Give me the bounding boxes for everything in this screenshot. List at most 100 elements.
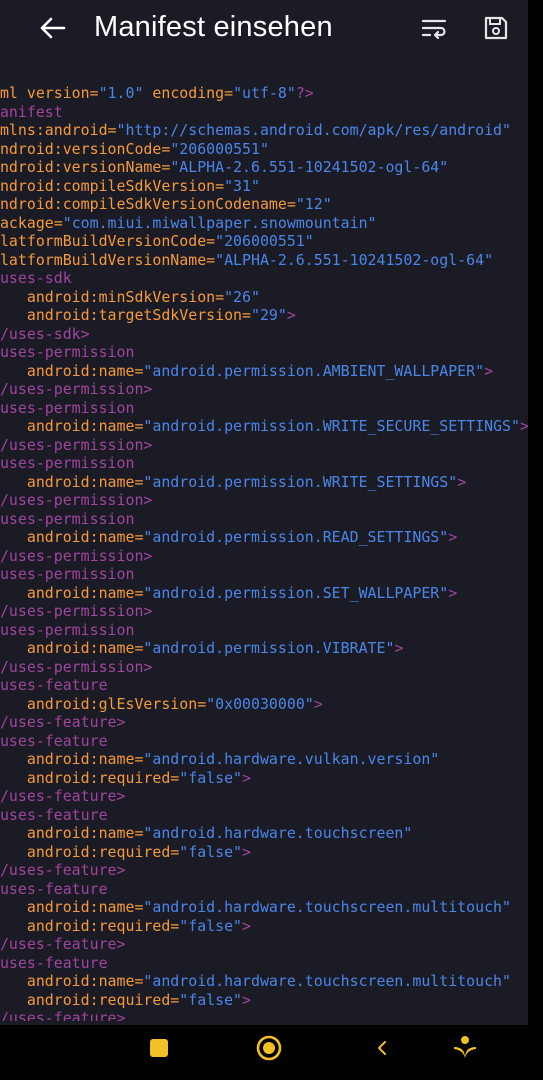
code-token-attr: android:required= [0,916,180,935]
code-line: <uses-permission [0,454,528,473]
code-token-attr: package= [0,213,63,232]
wrap-text-icon [421,19,447,40]
code-token-tag: <uses-permission [0,620,135,639]
code-token-tag: > [448,583,458,602]
code-line: android:versionCode="206000551" [0,140,528,159]
assistant-button[interactable] [452,1034,478,1060]
home-button[interactable] [256,1035,282,1061]
code-token-val: "android.permission.VIBRATE" [143,639,395,657]
code-line: android:compileSdkVersionCodename="12" [0,195,528,214]
code-token-val: "ALPHA-2.6.551-10241502-ogl-64" [215,250,494,269]
code-line: <uses-permission [0,621,528,640]
code-line: <uses-permission [0,510,528,529]
code-token-val: "false" [179,842,243,861]
code-token-tag: <uses-permission [0,343,135,361]
code-token-attr: android:name= [0,898,144,916]
code-token-attr: android:name= [0,583,144,602]
code-token-val: "false" [179,916,243,935]
code-text: xml version="1.0" encoding="utf-8"?>mani… [0,84,528,1021]
code-token-tag: ?> [295,84,314,102]
code-line: </uses-permission> [0,602,528,621]
code-token-attr: android:targetSdkVersion= [0,306,251,324]
code-line: android:minSdkVersion="26" [0,288,528,307]
code-line: </uses-feature> [0,1009,528,1021]
code-line: <uses-permission [0,565,528,584]
code-token-attr: android:name= [0,972,144,990]
code-token-val: "0x00030000" [206,694,314,713]
code-token-tag: > [484,361,494,380]
code-line: android:name="android.hardware.vulkan.ve… [0,750,528,769]
code-line: </uses-permission> [0,547,528,566]
save-button[interactable] [476,8,516,48]
code-token-val: "false" [179,768,243,787]
code-token-tag: > [313,694,323,713]
code-line: android:versionName="ALPHA-2.6.551-10241… [0,158,528,177]
code-token-val: "android.permission.WRITE_SECURE_SETTING… [143,417,520,435]
code-token-val: "android.permission.AMBIENT_WALLPAPER" [143,361,485,380]
code-token-tag: </uses-feature> [0,935,126,953]
screen-edge [528,0,543,1025]
code-line: android:targetSdkVersion="29"> [0,306,528,325]
code-token-tag: <uses-permission [0,454,135,472]
code-line: <uses-feature [0,732,528,751]
code-token-tag: <uses-feature [0,879,108,898]
code-line: platformBuildVersionCode="206000551" [0,232,528,251]
page-title: Manifest einsehen [94,11,333,43]
code-token-val: "android.hardware.touchscreen" [143,824,413,842]
code-line: </uses-permission> [0,436,528,455]
manifest-code-view[interactable]: xml version="1.0" encoding="utf-8"?>mani… [0,84,528,1021]
code-token-tag: </uses-sdk> [0,324,90,343]
code-token-tag: > [448,528,458,546]
code-token-tag: </uses-feature> [0,713,126,731]
code-line: </uses-feature> [0,713,528,732]
code-token-val: "android.permission.SET_WALLPAPER" [143,583,449,602]
code-token-attr: android:versionCode= [0,139,171,158]
code-line: android:name="android.permission.READ_SE… [0,528,528,547]
code-token-tag: </uses-permission> [0,602,153,620]
top-toolbar: Manifest einsehen [0,0,528,56]
code-token-attr: android:compileSdkVersionCodename= [0,195,296,213]
code-token-tag: <uses-sdk [0,269,72,287]
code-line: platformBuildVersionName="ALPHA-2.6.551-… [0,251,528,270]
code-token-val: "utf-8" [233,84,296,102]
back-nav-button[interactable] [374,1037,390,1059]
code-token-attr: android:compileSdkVersion= [0,176,225,195]
code-token-val: "http://schemas.android.com/apk/res/andr… [116,121,511,139]
back-button[interactable] [28,8,76,48]
code-token-val: "12" [295,195,332,213]
code-token-val: "ALPHA-2.6.551-10241502-ogl-64" [170,158,449,176]
code-token-tag: <uses-feature [0,731,108,750]
code-line: <uses-permission [0,399,528,418]
code-line: </uses-permission> [0,491,528,510]
code-token-tag: </uses-feature> [0,861,126,879]
code-line: <uses-permission [0,343,528,362]
app-window: Manifest einsehen xml version="1.0" enco… [0,0,528,1025]
code-line: android:required="false"> [0,917,528,936]
code-line: <uses-sdk [0,269,528,288]
wrap-text-button[interactable] [414,8,454,48]
code-token-tag: > [242,768,251,787]
code-token-tag: <uses-feature [0,953,108,972]
code-token-val: "android.hardware.touchscreen.multitouch… [143,972,511,990]
code-token-tag: </uses-feature> [0,787,126,805]
code-token-attr: android:name= [0,750,144,768]
code-token-val: "1.0" [98,84,144,102]
code-line: <uses-feature [0,954,528,973]
code-line: android:name="android.permission.WRITE_S… [0,417,528,436]
code-token-attr: android:name= [0,528,144,546]
code-token-val: "android.permission.READ_SETTINGS" [143,528,449,546]
code-token-tag: > [457,472,467,491]
square-recents-icon[interactable] [150,1039,168,1057]
code-token-tag: <uses-feature [0,805,108,824]
code-token-tag: <uses-permission [0,565,135,583]
code-line: android:compileSdkVersion="31" [0,177,528,196]
code-token-tag: > [519,417,528,435]
code-token-val: "android.hardware.vulkan.version" [143,750,440,768]
code-token-tag: </uses-permission> [0,546,153,565]
code-token-attr: android:required= [0,842,180,861]
code-line: android:required="false"> [0,769,528,788]
code-token-val: "android.permission.WRITE_SETTINGS" [143,472,458,491]
code-token-val: "android.hardware.touchscreen.multitouch… [143,898,511,916]
code-token-val: "206000551" [170,139,269,158]
assistant-icon [454,1036,476,1058]
